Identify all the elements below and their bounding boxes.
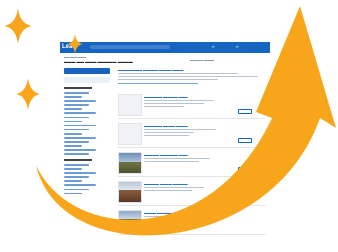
listing-button[interactable]	[238, 196, 252, 201]
listing-button[interactable]	[238, 138, 252, 143]
sparkle-icon	[4, 8, 32, 44]
list-item[interactable]: ▬▬▬▬▬ ▬▬▬▬ ▬▬▬▬▬	[118, 181, 266, 206]
sidebar-primary-button[interactable]	[64, 68, 110, 74]
sidebar-heading	[64, 87, 92, 89]
listing-placeholder-image	[118, 123, 142, 145]
listing-photo	[118, 152, 142, 174]
illustration: Lead ▪▪ ▪▪ ▬▬ ▬▬▬ ▬▬▬ ▬▬▬ ▬▬ ▬▬▬ ▬▬▬▬▬ ▬…	[0, 0, 338, 252]
listing-button[interactable]	[238, 109, 252, 114]
website-screenshot: Lead ▪▪ ▪▪ ▬▬ ▬▬▬ ▬▬▬ ▬▬▬ ▬▬ ▬▬▬ ▬▬▬▬▬ ▬…	[60, 42, 270, 237]
breadcrumb-right: ▬▬▬▬▬ ▬▬▬▬	[190, 59, 215, 62]
listing-photo	[118, 210, 142, 232]
list-item[interactable]: ▬▬▬▬▬▬ ▬▬▬▬ ▬▬▬▬	[118, 123, 266, 148]
results-intro: ▬▬▬▬▬▬▬▬ ▬▬▬▬▬ ▬▬▬▬ ▬▬▬▬	[118, 68, 266, 88]
breadcrumb: ▬▬ ▬▬▬ ▬▬▬	[64, 56, 87, 59]
sidebar-link-list[interactable]	[64, 164, 110, 195]
listing-button[interactable]	[238, 167, 252, 172]
sidebar-heading	[64, 159, 92, 161]
top-nav-bar: Lead ▪▪ ▪▪	[60, 42, 270, 53]
listing-photo	[118, 181, 142, 203]
results-list: ▬▬▬▬▬▬▬▬ ▬▬▬▬▬ ▬▬▬▬ ▬▬▬▬ ▬▬▬▬▬▬ ▬▬▬▬▬ ▬▬…	[118, 68, 266, 237]
nav-link-1[interactable]: ▪▪	[212, 44, 215, 50]
list-item[interactable]: ▬▬▬▬▬▬ ▬▬▬▬▬ ▬▬▬	[118, 94, 266, 119]
search-bar[interactable]	[90, 45, 170, 49]
list-item[interactable]: ▬▬▬▬ ▬▬▬▬▬ ▬▬▬	[118, 210, 266, 235]
list-item[interactable]: ▬▬▬▬▬ ▬▬▬▬▬▬ ▬▬▬	[118, 152, 266, 177]
sidebar-secondary-button[interactable]	[64, 77, 110, 83]
sidebar-link-list[interactable]	[64, 92, 110, 155]
listing-placeholder-image	[118, 94, 142, 116]
nav-link-2[interactable]: ▪▪	[236, 44, 239, 50]
filter-sidebar	[64, 68, 110, 197]
sparkle-icon	[16, 78, 40, 110]
site-logo[interactable]: Lead	[62, 43, 76, 52]
page-title: ▬▬▬ ▬▬ ▬▬▬ ▬▬▬▬▬ ▬▬▬▬	[64, 60, 133, 64]
